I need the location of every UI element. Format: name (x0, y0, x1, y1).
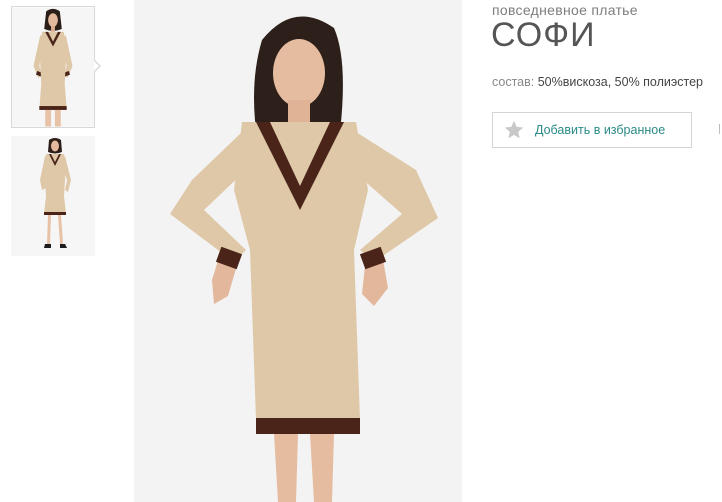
gallery-thumbnail-1[interactable] (11, 6, 95, 128)
add-to-favorites-button[interactable]: Добавить в избранное (492, 112, 692, 148)
composition-label: состав: (492, 75, 535, 89)
dress-model-image (134, 0, 462, 502)
dress-front-thumbnail-image (12, 7, 94, 127)
dress-full-length-thumbnail-image (11, 136, 95, 256)
selected-thumbnail-pointer (94, 60, 101, 72)
add-to-favorites-label: Добавить в избранное (535, 123, 666, 137)
main-product-photo[interactable] (134, 0, 462, 502)
product-composition: состав: 50%вискоза, 50% полиэстер (492, 75, 703, 89)
edge-divider (719, 124, 720, 134)
product-title: СОФИ (491, 16, 596, 54)
composition-value: 50%вискоза, 50% полиэстер (537, 75, 704, 89)
star-icon (504, 120, 524, 139)
gallery-thumbnail-2[interactable] (11, 136, 95, 256)
